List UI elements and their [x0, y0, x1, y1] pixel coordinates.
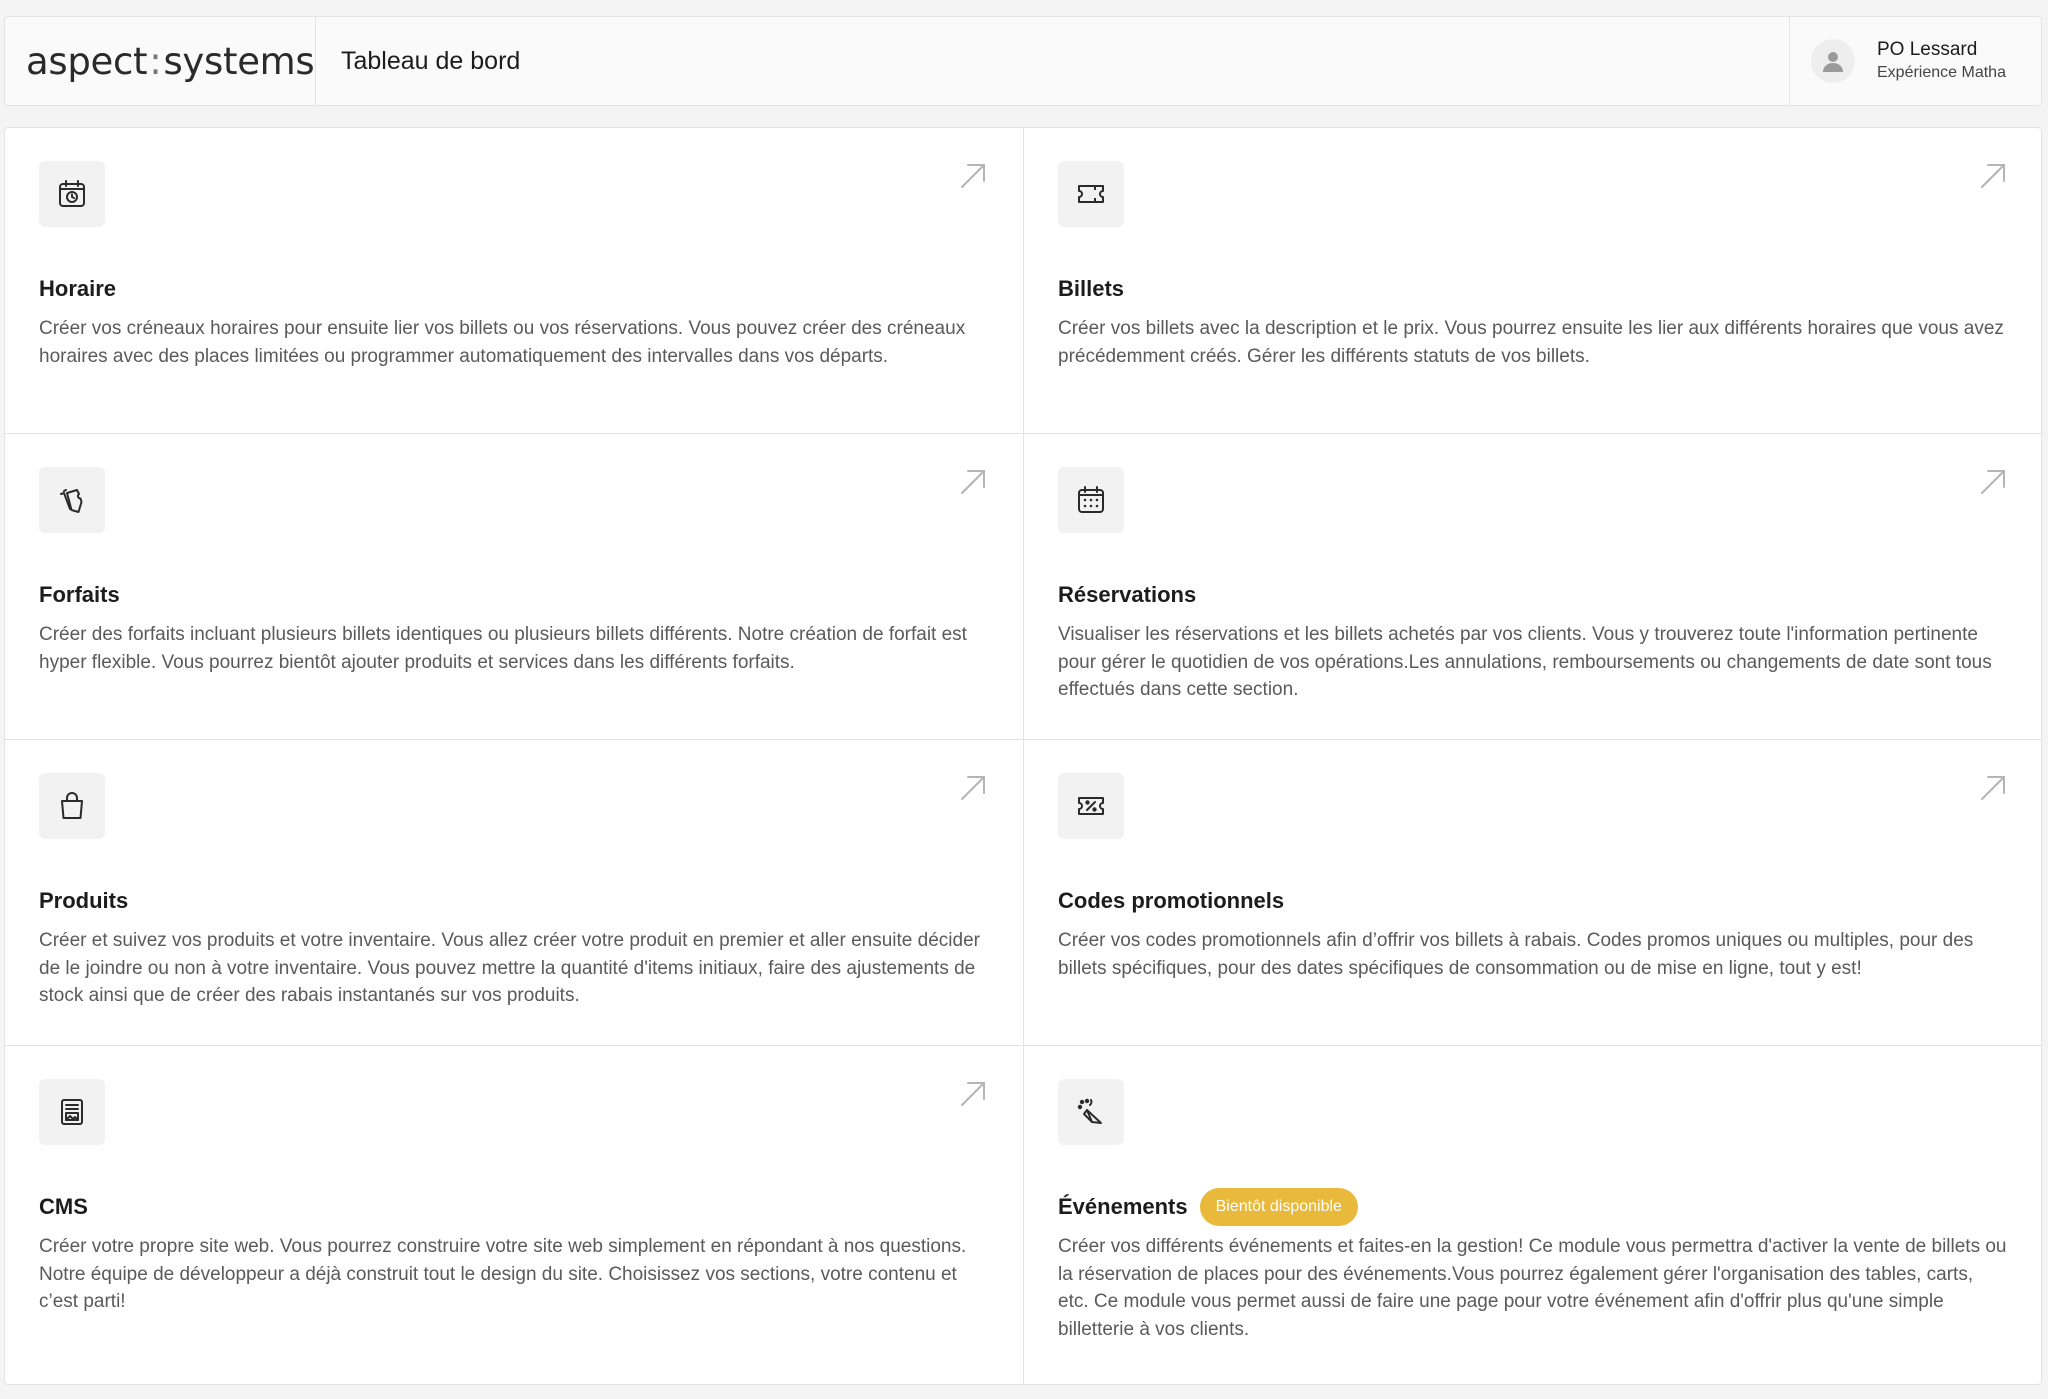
- user-organization: Expérience Matha: [1877, 64, 2006, 81]
- card-horaire[interactable]: Horaire Créer vos créneaux horaires pour…: [5, 128, 1024, 434]
- card-description: Créer votre propre site web. Vous pourre…: [39, 1236, 967, 1312]
- card-title: Codes promotionnels: [1058, 888, 1285, 913]
- open-arrow-icon[interactable]: [959, 1080, 987, 1108]
- card-description: Créer et suivez vos produits et votre in…: [39, 930, 980, 1006]
- card-title: Réservations: [1058, 582, 1197, 607]
- user-menu[interactable]: PO Lessard Expérience Matha: [1789, 17, 2041, 105]
- card-evenements: Événements Bientôt disponible Créer vos …: [1024, 1046, 2043, 1384]
- card-billets[interactable]: Billets Créer vos billets avec la descri…: [1024, 128, 2043, 434]
- card-icon-box: [1058, 773, 1124, 839]
- card-title: Événements: [1058, 1194, 1188, 1219]
- card-title: Billets: [1058, 276, 1125, 301]
- document-image-icon: [61, 1099, 83, 1125]
- avatar: [1811, 39, 1855, 83]
- card-forfaits[interactable]: Forfaits Créer des forfaits incluant plu…: [5, 434, 1024, 740]
- party-popper-icon: [1077, 1098, 1102, 1124]
- open-arrow-icon[interactable]: [959, 774, 987, 802]
- top-bar: aspect:systems Tableau de bord PO Lessar…: [4, 16, 2042, 106]
- card-description: Créer vos billets avec la description et…: [1058, 318, 2004, 367]
- card-title: CMS: [39, 1194, 88, 1219]
- card-cms[interactable]: CMS Créer votre propre site web. Vous po…: [5, 1046, 1024, 1384]
- card-description: Créer vos créneaux horaires pour ensuite…: [39, 318, 966, 367]
- user-icon: [1823, 52, 1843, 72]
- page-title: Tableau de bord: [341, 46, 521, 75]
- card-title: Produits: [39, 888, 129, 913]
- card-icon-box: [1058, 1079, 1124, 1145]
- card-produits[interactable]: Produits Créer et suivez vos produits et…: [5, 740, 1024, 1046]
- ticket-icon: [1078, 185, 1104, 203]
- card-icon-box: [39, 1079, 105, 1145]
- card-description: Visualiser les réservations et les bille…: [1058, 624, 1992, 700]
- open-arrow-icon[interactable]: [1979, 774, 2007, 802]
- module-grid: Horaire Créer vos créneaux horaires pour…: [4, 127, 2043, 1385]
- card-description: Créer des forfaits incluant plusieurs bi…: [39, 624, 967, 673]
- logo[interactable]: aspect:systems: [5, 17, 316, 105]
- calendar-icon: [1078, 486, 1104, 513]
- open-arrow-icon[interactable]: [959, 162, 987, 190]
- card-icon-box: [39, 773, 105, 839]
- open-arrow-icon[interactable]: [1979, 162, 2007, 190]
- tickets-stack-icon: [60, 489, 83, 513]
- discount-ticket-icon: [1078, 797, 1104, 815]
- shopping-bag-icon: [61, 792, 83, 819]
- card-reservations[interactable]: Réservations Visualiser les réservations…: [1024, 434, 2043, 740]
- card-title: Horaire: [39, 276, 117, 301]
- status-badge: Bientôt disponible: [1199, 1188, 1358, 1226]
- card-icon-box: [1058, 161, 1124, 227]
- card-description: Créer vos différents événements et faite…: [1058, 1236, 2007, 1340]
- card-description: Créer vos codes promotionnels afin d’off…: [1058, 930, 1974, 979]
- card-icon-box: [39, 161, 105, 227]
- calendar-clock-icon: [59, 180, 85, 207]
- open-arrow-icon[interactable]: [1979, 468, 2007, 496]
- card-icon-box: [39, 467, 105, 533]
- card-codes-promotionnels[interactable]: Codes promotionnels Créer vos codes prom…: [1024, 740, 2043, 1046]
- logo-text: aspect:systems: [26, 39, 315, 83]
- user-name: PO Lessard: [1877, 39, 1978, 60]
- card-icon-box: [1058, 467, 1124, 533]
- card-title: Forfaits: [39, 582, 120, 607]
- open-arrow-icon[interactable]: [959, 468, 987, 496]
